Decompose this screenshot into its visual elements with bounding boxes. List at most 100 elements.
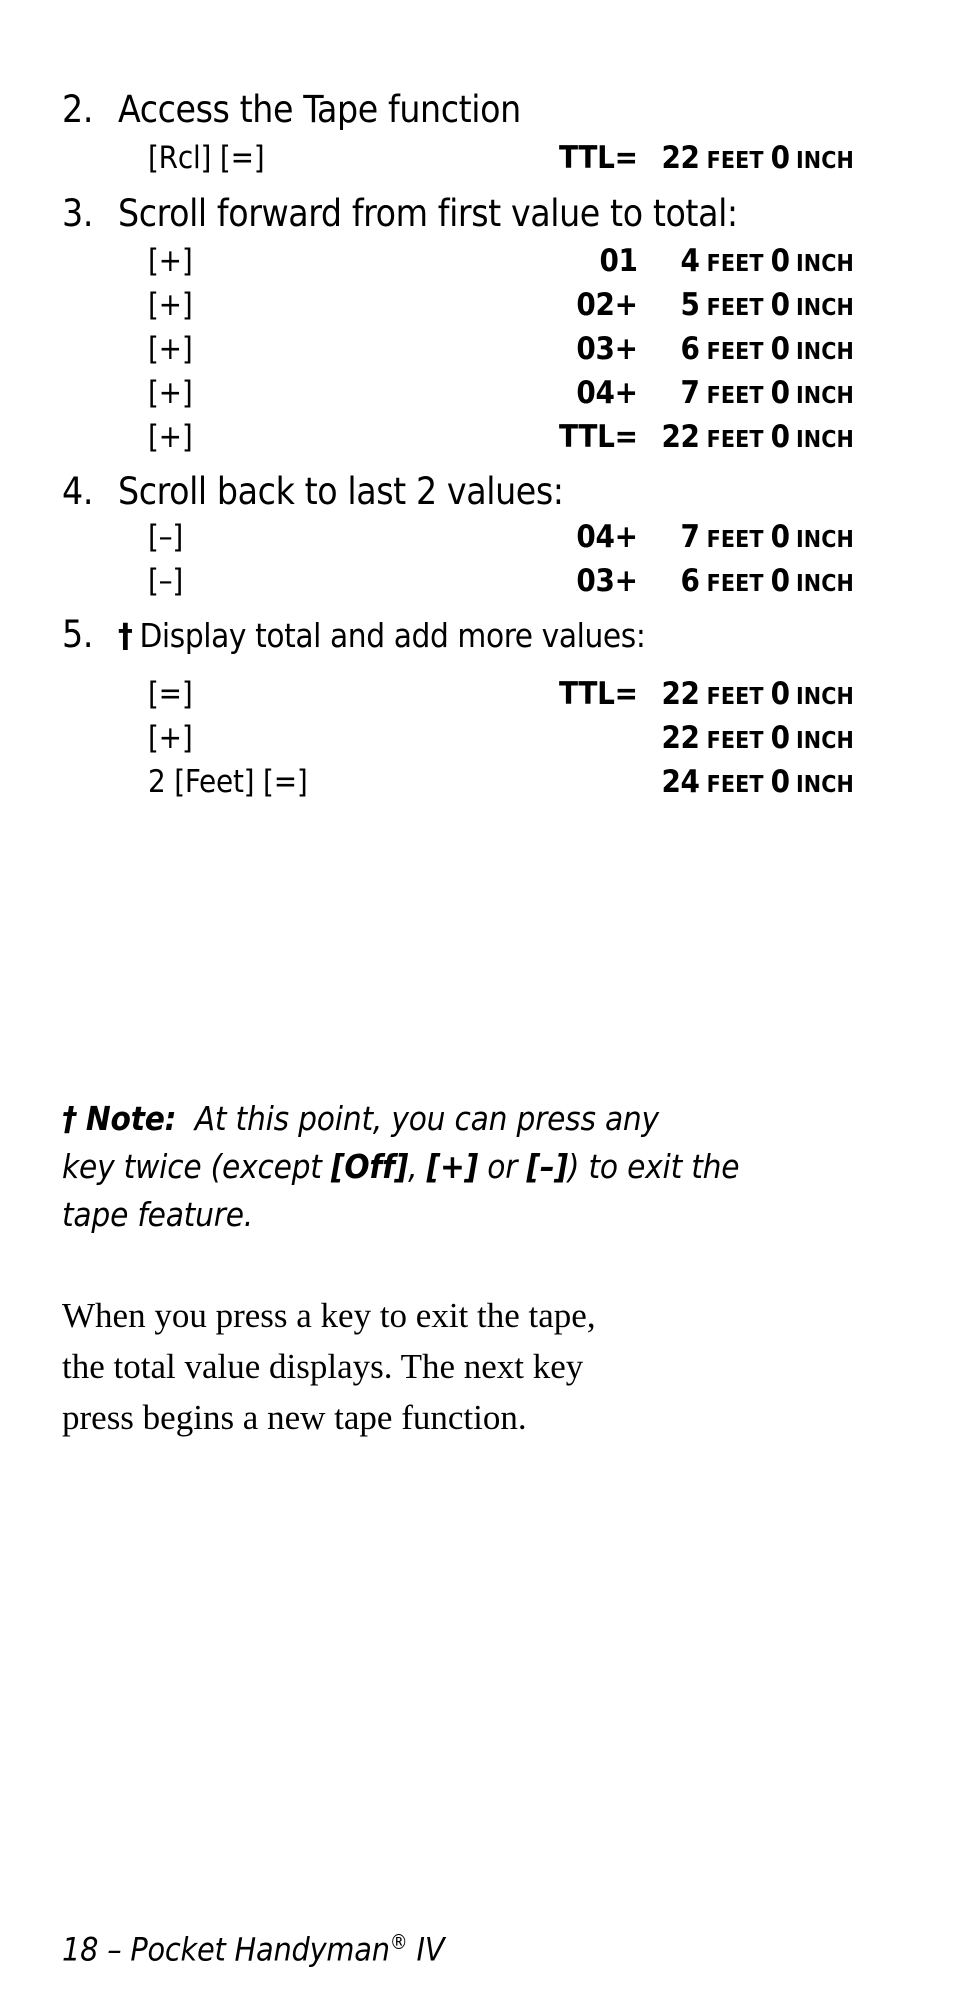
manual-page: 2. Access the Tape function [Rcl] [=] TT… <box>0 0 954 2009</box>
footer-page-number: 18 <box>62 1930 99 1969</box>
step-2-row-1: [Rcl] [=] TTL= 22 FEET 0 INCH <box>62 140 882 178</box>
note-text-2e: or <box>478 1147 527 1186</box>
result-unit-feet: FEET <box>706 772 764 798</box>
note-line-2: key twice (except [Off], [+] or [–]) to … <box>62 1143 882 1191</box>
result-value-inch: 0 <box>770 519 790 555</box>
result-counter: 03+ <box>576 331 638 367</box>
step-3-row-3: [+] 03+ 6 FEET 0 INCH <box>62 331 882 369</box>
result-unit-inch: INCH <box>796 383 854 409</box>
keypress-label: [+] <box>148 419 193 455</box>
result-unit-inch: INCH <box>796 339 854 365</box>
result-unit-inch: INCH <box>796 527 854 553</box>
keypress-label: [+] <box>148 243 193 279</box>
result-counter: 01 <box>599 243 638 279</box>
result-unit-inch: INCH <box>796 772 854 798</box>
keypress-label: [+] <box>148 331 193 367</box>
paragraph-line-1: When you press a key to exit the tape, <box>62 1290 880 1341</box>
display-result: 02+ 5 FEET 0 INCH <box>564 287 862 323</box>
keypress-label: [+] <box>148 375 193 411</box>
result-value-inch: 0 <box>770 243 790 279</box>
step-3-text: Scroll forward from first value to total… <box>118 192 738 235</box>
result-value-feet: 5 <box>680 287 700 323</box>
page-footer: 18 – Pocket Handyman® IV <box>62 1930 445 1969</box>
step-3-row-2: [+] 02+ 5 FEET 0 INCH <box>62 287 882 325</box>
registered-trademark-icon: ® <box>389 1930 408 1954</box>
display-result: TTL= 22 FEET 0 INCH <box>542 419 862 455</box>
note-line-1-content: † Note: At this point, you can press any <box>62 1095 659 1143</box>
result-unit-feet: FEET <box>706 295 764 321</box>
result-unit-inch: INCH <box>796 684 854 710</box>
result-value-inch: 0 <box>770 764 790 800</box>
keypress-label: 2 [Feet] [=] <box>148 764 308 800</box>
note-line-1: † Note: At this point, you can press any <box>62 1095 882 1143</box>
dagger-icon: † <box>118 616 133 655</box>
step-2-number: 2. <box>62 88 94 131</box>
display-result: 03+ 6 FEET 0 INCH <box>564 563 862 599</box>
result-counter: 04+ <box>576 375 638 411</box>
paragraph-line-3: press begins a new tape function. <box>62 1398 527 1437</box>
step-2: 2. Access the Tape function <box>62 88 882 131</box>
result-counter: TTL= <box>558 676 638 712</box>
result-unit-feet: FEET <box>706 383 764 409</box>
display-result: 03+ 6 FEET 0 INCH <box>564 331 862 367</box>
footer-dash: – <box>107 1930 122 1969</box>
result-unit-feet: FEET <box>706 684 764 710</box>
result-value-feet: 7 <box>680 519 700 555</box>
keypress-label: [–] <box>148 519 184 555</box>
result-value-feet: 22 <box>661 676 700 712</box>
result-counter: TTL= <box>558 419 638 455</box>
step-5-text-wrap: † Display total and add more values: <box>118 616 646 655</box>
result-counter: 04+ <box>576 519 638 555</box>
keypress-label: [+] <box>148 720 193 756</box>
note-block: † Note: At this point, you can press any… <box>62 1095 882 1239</box>
keypress-label: [=] <box>148 676 193 712</box>
step-4: 4. Scroll back to last 2 values: <box>62 470 882 513</box>
step-4-number: 4. <box>62 470 94 513</box>
step-5-row-3: 2 [Feet] [=] 24 FEET 0 INCH <box>62 764 882 802</box>
result-unit-inch: INCH <box>796 148 854 174</box>
note-line-3: tape feature. <box>62 1195 254 1234</box>
key-plus: [+] <box>426 1147 479 1186</box>
result-value-inch: 0 <box>770 676 790 712</box>
result-unit-feet: FEET <box>706 339 764 365</box>
footer-edition: IV <box>416 1930 445 1969</box>
display-result: 04+ 7 FEET 0 INCH <box>564 375 862 411</box>
result-unit-inch: INCH <box>796 295 854 321</box>
note-text-2c: , <box>408 1147 427 1186</box>
result-counter: TTL= <box>558 140 638 176</box>
result-value-inch: 0 <box>770 287 790 323</box>
note-text-2g: ) to exit the <box>567 1147 740 1186</box>
paragraph-line-2-text: the total value displays. The next key <box>62 1347 584 1386</box>
keypress-label: [Rcl] [=] <box>148 140 265 176</box>
result-value-feet: 6 <box>680 331 700 367</box>
body-paragraph: When you press a key to exit the tape, t… <box>62 1290 880 1443</box>
step-3-row-5: [+] TTL= 22 FEET 0 INCH <box>62 419 882 457</box>
result-value-inch: 0 <box>770 375 790 411</box>
step-3-number: 3. <box>62 192 94 235</box>
result-unit-feet: FEET <box>706 527 764 553</box>
note-text-2a: key twice (except <box>62 1147 331 1186</box>
result-unit-feet: FEET <box>706 148 764 174</box>
result-value-inch: 0 <box>770 140 790 176</box>
step-4-row-2: [–] 03+ 6 FEET 0 INCH <box>62 563 882 601</box>
result-unit-inch: INCH <box>796 728 854 754</box>
display-result: 01 4 FEET 0 INCH <box>564 243 862 279</box>
paragraph-line-2: the total value displays. The next key <box>62 1341 880 1392</box>
result-unit-inch: INCH <box>796 251 854 277</box>
result-value-feet: 22 <box>661 140 700 176</box>
step-2-text: Access the Tape function <box>118 88 521 131</box>
display-result: 24 FEET 0 INCH <box>564 764 862 800</box>
result-counter: 03+ <box>576 563 638 599</box>
note-line-2-content: key twice (except [Off], [+] or [–]) to … <box>62 1143 740 1191</box>
step-5-row-2: [+] 22 FEET 0 INCH <box>62 720 882 758</box>
note-label: Note: <box>85 1099 177 1138</box>
step-4-row-1: [–] 04+ 7 FEET 0 INCH <box>62 519 882 557</box>
display-result: TTL= 22 FEET 0 INCH <box>542 140 862 176</box>
result-value-feet: 22 <box>661 720 700 756</box>
result-value-inch: 0 <box>770 563 790 599</box>
key-minus: [–] <box>526 1147 568 1186</box>
keypress-label: [–] <box>148 563 184 599</box>
display-result: 22 FEET 0 INCH <box>564 720 862 756</box>
step-4-text: Scroll back to last 2 values: <box>118 470 564 513</box>
step-3-row-1: [+] 01 4 FEET 0 INCH <box>62 243 882 281</box>
